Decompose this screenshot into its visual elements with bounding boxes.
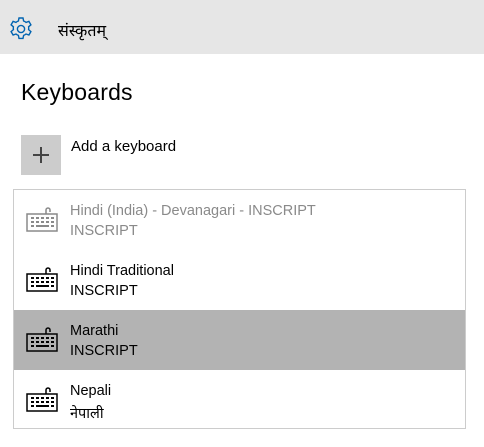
- add-keyboard-button[interactable]: [21, 135, 61, 175]
- keyboard-item-nepali[interactable]: Nepali नेपाली: [14, 370, 465, 430]
- keyboard-item-hindi-india[interactable]: Hindi (India) - Devanagari - INSCRIPT IN…: [14, 190, 465, 250]
- keyboard-layout: INSCRIPT: [70, 223, 138, 239]
- add-keyboard-label[interactable]: Add a keyboard: [71, 138, 176, 155]
- keyboard-name: Marathi: [70, 323, 119, 339]
- gear-icon[interactable]: [8, 16, 34, 42]
- keyboard-icon: [26, 207, 58, 232]
- keyboard-icon: [26, 327, 58, 352]
- header-title: संस्कृतम्: [58, 21, 107, 40]
- keyboard-list: Hindi (India) - Devanagari - INSCRIPT IN…: [13, 189, 466, 429]
- keyboard-name: Hindi (India) - Devanagari - INSCRIPT: [70, 203, 316, 219]
- keyboard-layout: INSCRIPT: [70, 283, 138, 299]
- page-title: Keyboards: [21, 79, 133, 105]
- keyboard-layout: नेपाली: [70, 406, 104, 422]
- keyboard-item-marathi[interactable]: Marathi INSCRIPT: [14, 310, 465, 370]
- keyboard-icon: [26, 267, 58, 292]
- keyboard-layout: INSCRIPT: [70, 343, 138, 359]
- header-bar: संस्कृतम्: [0, 0, 484, 54]
- keyboard-name: Hindi Traditional: [70, 263, 174, 279]
- keyboard-icon: [26, 387, 58, 412]
- keyboard-name: Nepali: [70, 383, 112, 399]
- keyboard-item-hindi-traditional[interactable]: Hindi Traditional INSCRIPT: [14, 250, 465, 310]
